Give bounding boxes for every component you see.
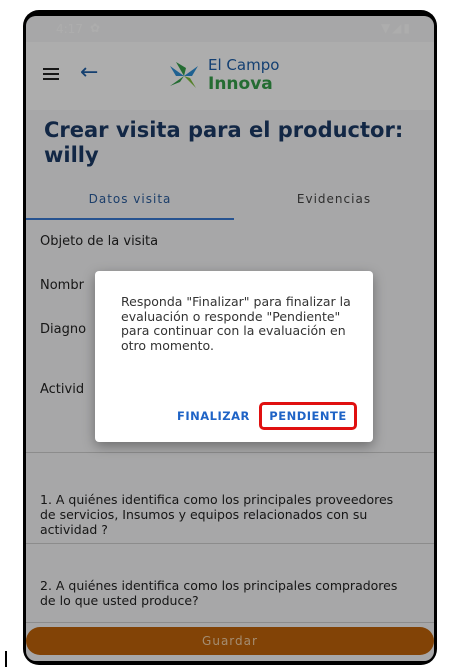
finalize-button[interactable]: FINALIZAR (177, 409, 250, 423)
phone-frame: 4:17 ✿ ▼◢▮ ← El Campo Innova Crear visit… (23, 10, 437, 665)
text-cursor-mark (5, 651, 7, 667)
pending-button[interactable]: PENDIENTE (259, 402, 357, 430)
confirm-dialog: Responda "Finalizar" para finalizar la e… (95, 271, 373, 442)
dialog-message: Responda "Finalizar" para finalizar la e… (121, 294, 351, 353)
app-screen: 4:17 ✿ ▼◢▮ ← El Campo Innova Crear visit… (26, 16, 434, 661)
